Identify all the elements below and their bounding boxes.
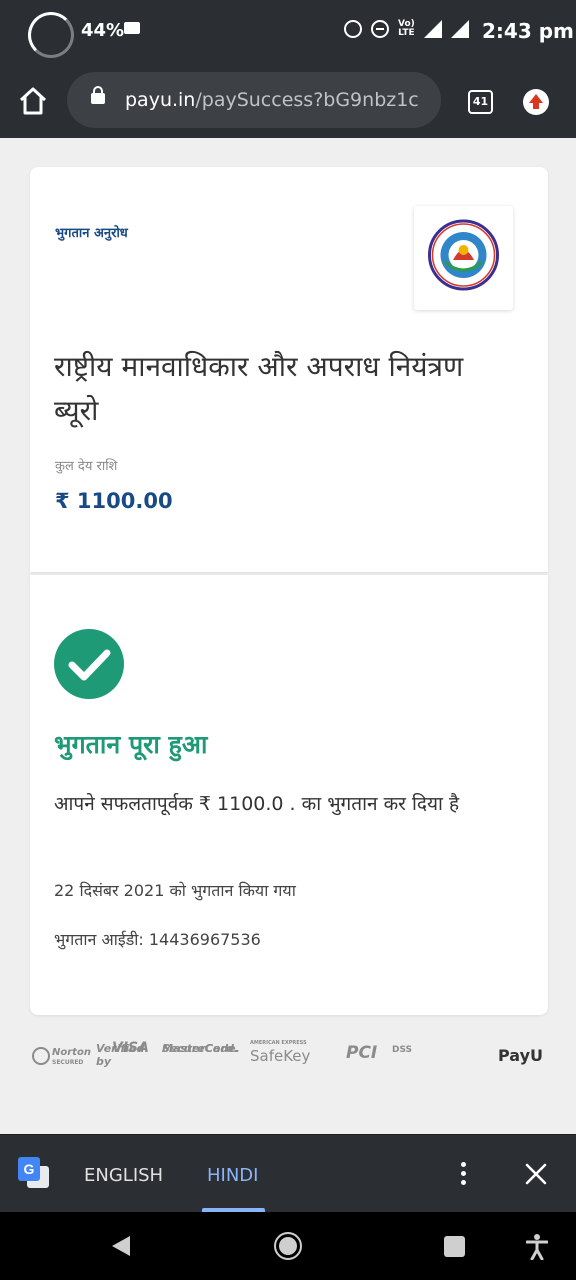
verified-by-visa-badge: Verified by VISA <box>96 1041 156 1068</box>
battery-ring-icon <box>28 12 74 58</box>
payment-request-card: भुगतान अनुरोध राष्ट्रीय मानवाधिकार और अप… <box>30 167 548 572</box>
dnd-icon <box>371 20 389 38</box>
close-icon[interactable] <box>524 1162 548 1186</box>
3g-signal-icon <box>450 20 469 38</box>
amex-bottom-label: SafeKey <box>250 1047 311 1065</box>
url-domain: payu.in <box>125 89 196 111</box>
success-message: आपने सफलतापूर्वक ₹ 1100.0 . का भुगतान कर… <box>54 793 460 815</box>
back-icon[interactable] <box>110 1234 132 1258</box>
url-path: /paySuccess?bG9nbz1c <box>195 89 419 111</box>
payment-date: 22 दिसंबर 2021 को भुगतान किया गया <box>54 881 296 900</box>
home-icon[interactable] <box>18 86 48 116</box>
success-title: भुगतान पूरा हुआ <box>54 730 208 759</box>
merchant-name: राष्ट्रीय मानवाधिकार और अपराध नियंत्रण ब… <box>54 350 464 427</box>
more-options-icon[interactable] <box>455 1162 471 1188</box>
pci-dss-label: DSS <box>392 1045 413 1055</box>
norton-label: Norton <box>52 1047 91 1058</box>
amex-top-label: AMERICAN EXPRESS <box>250 1040 307 1046</box>
extension-upload-icon[interactable] <box>523 89 549 115</box>
norton-sub-label: SECURED <box>52 1059 84 1066</box>
status-icons: Vo) LTE <box>344 20 469 38</box>
url-text[interactable]: payu.in/paySuccess?bG9nbz1c <box>125 89 419 111</box>
payment-id: भुगतान आईडी: 14436967536 <box>54 930 261 949</box>
battery-percentage: 44% <box>81 20 125 41</box>
svg-text:G: G <box>24 1161 35 1177</box>
success-check-icon <box>54 629 124 699</box>
merchant-logo <box>414 206 513 310</box>
amount-due: ₹ 1100.00 <box>55 489 173 513</box>
tab-switcher-button[interactable]: 41 <box>468 90 493 114</box>
google-translate-icon[interactable]: G <box>18 1157 50 1191</box>
recents-icon[interactable] <box>444 1236 465 1257</box>
mastercard-bottom-label: SecureCode. <box>162 1042 240 1055</box>
mail-icon <box>124 22 140 34</box>
signal-icon <box>423 20 442 38</box>
norton-badge: Norton SECURED <box>32 1044 91 1066</box>
address-bar[interactable]: payu.in/paySuccess?bG9nbz1c <box>67 72 441 128</box>
payment-request-label: भुगतान अनुरोध <box>55 226 128 241</box>
home-nav-icon[interactable] <box>273 1231 303 1261</box>
amount-due-label: कुल देय राशि <box>55 459 118 474</box>
lock-icon <box>91 86 105 104</box>
browser-toolbar: payu.in/paySuccess?bG9nbz1c 41 <box>0 64 576 138</box>
payment-success-card: भुगतान पूरा हुआ आपने सफलतापूर्वक ₹ 1100.… <box>30 575 548 1015</box>
volte-icon: Vo) LTE <box>398 19 415 38</box>
trust-badges: Norton SECURED Verified by VISA MasterCa… <box>30 1038 548 1074</box>
system-navigation-bar <box>0 1212 576 1280</box>
accessibility-icon[interactable] <box>526 1234 548 1260</box>
pci-label: PCI <box>346 1043 378 1063</box>
nhrcb-logo-icon <box>428 219 499 291</box>
clock: 2:43 pm <box>482 19 574 43</box>
alarm-icon <box>344 20 362 38</box>
status-bar: 44% Vo) LTE 2:43 pm <box>0 0 576 64</box>
payu-logo: PayU <box>498 1046 544 1065</box>
tab-english[interactable]: ENGLISH <box>84 1165 163 1186</box>
translate-bar: G ENGLISH HINDI <box>0 1134 576 1212</box>
tab-hindi[interactable]: HINDI <box>207 1165 258 1186</box>
